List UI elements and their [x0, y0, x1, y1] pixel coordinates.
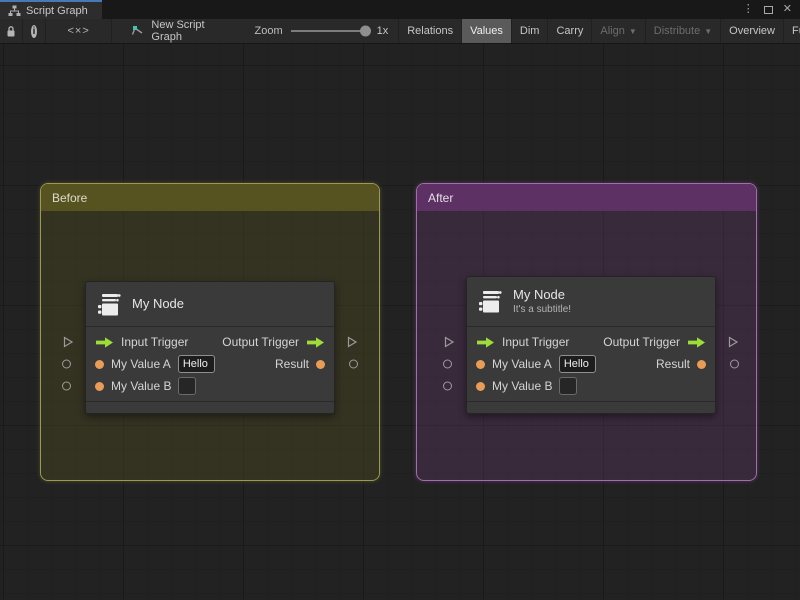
- value-connector-circle[interactable]: [349, 359, 358, 369]
- graph-name-label: New Script Graph: [151, 19, 205, 43]
- flow-input-port-icon[interactable]: [95, 336, 114, 348]
- group-after-title: After: [428, 190, 454, 205]
- value-b-input[interactable]: [559, 377, 578, 395]
- result-label: Result: [655, 357, 690, 371]
- script-graph-window: Script Graph ⋮ ✕ i <×> New Script Graph: [0, 0, 800, 600]
- flow-connector-triangle[interactable]: [346, 336, 358, 348]
- inspect-button[interactable]: i: [22, 19, 45, 43]
- value-a-label: My Value A: [492, 357, 552, 371]
- value-connector-circle[interactable]: [443, 359, 452, 369]
- value-b-label: My Value B: [492, 379, 553, 393]
- carry-button[interactable]: Carry: [547, 19, 591, 43]
- value-input-port-icon[interactable]: [476, 381, 485, 391]
- port-row-value-b: My Value B: [443, 375, 715, 397]
- align-button[interactable]: Align ▼: [591, 19, 644, 43]
- input-trigger-label: Input Trigger: [121, 335, 189, 349]
- code-view-button[interactable]: <×>: [45, 19, 111, 43]
- graph-hierarchy-icon: [8, 5, 21, 17]
- port-row-value-b: My Value B: [62, 375, 334, 397]
- values-button[interactable]: Values: [461, 19, 511, 43]
- flow-connector-triangle[interactable]: [62, 336, 74, 348]
- unit-icon: [477, 288, 504, 315]
- value-a-label: My Value A: [111, 357, 171, 371]
- port-row-trigger: Input Trigger Output Trigger: [444, 331, 739, 353]
- code-icon: <×>: [67, 25, 90, 37]
- value-b-input[interactable]: [178, 377, 197, 395]
- zoom-slider-thumb[interactable]: [359, 25, 371, 37]
- value-output-port-icon[interactable]: [316, 359, 325, 369]
- align-label: Align: [600, 25, 625, 37]
- node-before-footer: [86, 401, 334, 413]
- node-subtitle: It's a subtitle!: [513, 304, 572, 316]
- chevron-down-icon: ▼: [704, 26, 713, 36]
- port-row-value-a: My Value A Result: [62, 353, 358, 375]
- lock-icon: [5, 25, 17, 38]
- graph-toolbar: i <×> New Script Graph Zoom 1x Relations…: [0, 19, 800, 44]
- result-label: Result: [274, 357, 309, 371]
- value-a-input[interactable]: [558, 355, 596, 373]
- value-input-port-icon[interactable]: [95, 359, 104, 369]
- info-icon: i: [31, 24, 37, 38]
- value-connector-circle[interactable]: [443, 381, 452, 391]
- window-menu-icon[interactable]: ⋮: [743, 4, 754, 15]
- toolbar-divider: [111, 19, 121, 43]
- node-before[interactable]: My Node Input Trigger Output Trigger My …: [62, 281, 358, 414]
- flow-output-port-icon[interactable]: [306, 336, 325, 348]
- tab-bar-empty: [102, 0, 735, 19]
- flow-output-port-icon[interactable]: [687, 336, 706, 348]
- chevron-down-icon: ▼: [628, 26, 637, 36]
- node-before-body: Input Trigger Output Trigger My Value A …: [62, 326, 358, 401]
- node-after-body: Input Trigger Output Trigger My Value A …: [443, 326, 739, 401]
- output-trigger-label: Output Trigger: [222, 335, 299, 349]
- value-connector-circle[interactable]: [730, 359, 739, 369]
- value-b-label: My Value B: [111, 379, 172, 393]
- value-input-port-icon[interactable]: [95, 381, 104, 391]
- node-after[interactable]: My Node It's a subtitle! Input Trigger O…: [443, 276, 739, 414]
- lock-button[interactable]: [0, 19, 22, 43]
- new-graph-icon: [131, 25, 145, 38]
- input-trigger-label: Input Trigger: [502, 335, 570, 349]
- value-input-port-icon[interactable]: [476, 359, 485, 369]
- value-output-port-icon[interactable]: [697, 359, 706, 369]
- flow-connector-triangle[interactable]: [443, 336, 455, 348]
- node-after-footer: [467, 401, 715, 413]
- value-connector-circle[interactable]: [62, 359, 71, 369]
- value-connector-circle[interactable]: [62, 381, 71, 391]
- distribute-button[interactable]: Distribute ▼: [644, 19, 720, 43]
- full-screen-button[interactable]: Full Screen: [783, 19, 800, 43]
- node-title: My Node: [132, 295, 185, 311]
- flow-connector-triangle[interactable]: [727, 336, 739, 348]
- zoom-slider[interactable]: [290, 25, 371, 37]
- distribute-label: Distribute: [653, 25, 701, 37]
- graph-canvas[interactable]: Before After My Node Input Trigger Outpu…: [0, 44, 800, 600]
- group-before-header[interactable]: Before: [41, 184, 379, 211]
- window-maximize-icon[interactable]: [763, 5, 773, 14]
- tab-bar: Script Graph ⋮ ✕: [0, 0, 800, 19]
- port-row-trigger: Input Trigger Output Trigger: [63, 331, 358, 353]
- node-title: My Node: [513, 286, 566, 302]
- value-a-input[interactable]: [177, 355, 215, 373]
- tab-script-graph[interactable]: Script Graph: [0, 0, 102, 19]
- zoom-label: Zoom: [254, 25, 283, 37]
- window-close-icon[interactable]: ✕: [783, 4, 792, 15]
- zoom-control: Zoom 1x: [244, 19, 398, 43]
- zoom-value: 1x: [376, 25, 389, 37]
- graph-breadcrumb[interactable]: New Script Graph: [121, 19, 230, 43]
- port-row-value-a: My Value A Result: [443, 353, 739, 375]
- overview-button[interactable]: Overview: [720, 19, 783, 43]
- relations-button[interactable]: Relations: [398, 19, 461, 43]
- window-controls: ⋮ ✕: [735, 0, 800, 19]
- group-after-header[interactable]: After: [417, 184, 756, 211]
- unit-icon: [96, 291, 123, 318]
- node-before-header[interactable]: My Node: [86, 282, 334, 326]
- node-after-header[interactable]: My Node It's a subtitle!: [467, 277, 715, 326]
- dim-button[interactable]: Dim: [510, 19, 548, 43]
- tab-label: Script Graph: [26, 4, 88, 17]
- output-trigger-label: Output Trigger: [603, 335, 680, 349]
- group-before-title: Before: [52, 190, 88, 205]
- flow-input-port-icon[interactable]: [476, 336, 495, 348]
